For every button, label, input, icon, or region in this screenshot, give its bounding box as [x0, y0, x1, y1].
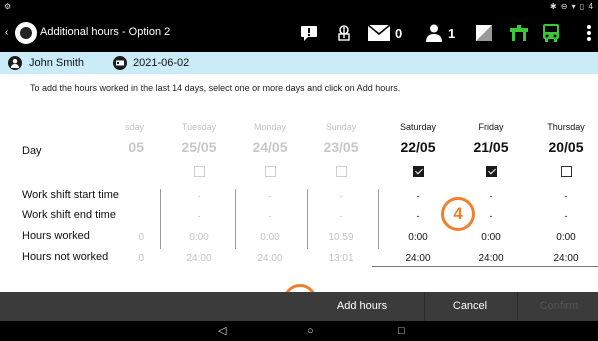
title-bar: ‹ Additional hours - Option 2 0 1 [0, 14, 598, 52]
shift-start: - [197, 191, 201, 201]
hours-not-worked: 0 [138, 253, 144, 264]
divider [517, 292, 518, 321]
shift-start: - [339, 191, 343, 201]
day-checkbox[interactable] [336, 166, 347, 177]
day-checkbox[interactable] [486, 166, 497, 177]
bus-icon[interactable] [541, 21, 561, 45]
hours-not-worked: 24:00 [553, 253, 579, 264]
day-name: Tuesday [181, 122, 217, 132]
screen: ⚙ ✱ ⊖ ▾ ▯ 4 ‹ Additional hours - Option … [0, 0, 598, 341]
add-hours-button[interactable]: Add hours [316, 292, 408, 321]
hours-worked: 10:59 [328, 232, 354, 243]
confirm-button[interactable]: Confirm [520, 292, 598, 321]
back-triangle-icon[interactable]: ◁ [218, 325, 226, 337]
more-menu-icon[interactable] [586, 21, 592, 45]
hours-worked: 0:00 [408, 232, 428, 243]
day-checkbox[interactable] [194, 166, 205, 177]
hours-not-worked: 24:00 [257, 253, 283, 264]
day-date: 23/05 [323, 139, 359, 155]
day-date: 25/05 [181, 139, 217, 155]
day-date: 24/05 [252, 139, 288, 155]
day-date: 20/05 [548, 139, 584, 155]
machine-icon[interactable] [508, 21, 530, 45]
status-icons: ✱ ⊖ ▾ ▯ 4 [549, 2, 594, 11]
driver-card-icon [113, 56, 127, 70]
page-title: Additional hours - Option 2 [40, 26, 171, 38]
column-divider [160, 189, 161, 249]
users-item[interactable]: 1 [425, 21, 455, 45]
day-column[interactable]: Thursday 20/05 - - 0:00 24:00 [531, 118, 598, 266]
action-bar: Add hours Cancel Confirm [0, 292, 598, 321]
driver-name: John Smith [29, 57, 85, 69]
day-name: Friday [478, 122, 504, 132]
hours-worked: 0:00 [556, 232, 576, 243]
message-count: 0 [395, 25, 403, 41]
shift-end: - [564, 211, 568, 221]
shift-end: - [197, 211, 201, 221]
day-date: 21/05 [473, 139, 509, 155]
app-logo-icon[interactable] [15, 22, 37, 44]
instruction-text: To add the hours worked in the last 14 d… [30, 83, 401, 93]
home-circle-icon[interactable]: ○ [307, 325, 314, 337]
day-date: 05 [128, 139, 144, 155]
table-bottom-line [372, 266, 598, 267]
day-name: Monday [253, 122, 287, 132]
recents-square-icon[interactable]: □ [398, 325, 405, 337]
column-divider [378, 189, 379, 249]
back-chevron-icon[interactable]: ‹ [5, 27, 8, 38]
day-name: sday [124, 122, 144, 132]
driver-bar: John Smith 2021-06-02 [0, 52, 598, 74]
person-icon [8, 56, 22, 70]
notification-item[interactable]: 0 [368, 21, 402, 45]
user-count: 1 [448, 25, 456, 41]
cancel-button[interactable]: Cancel [428, 292, 512, 321]
hours-not-worked: 24:00 [478, 253, 504, 264]
day-column-selected[interactable]: Saturday 22/05 - - 0:00 24:00 [383, 118, 453, 266]
day-date: 22/05 [400, 139, 436, 155]
alert-message-icon[interactable] [300, 21, 318, 45]
android-icon: ⚙ [4, 2, 12, 11]
day-checkbox[interactable] [413, 166, 424, 177]
envelope-icon [368, 25, 390, 41]
callout-marker: 4 [441, 197, 475, 231]
driver-date: 2021-06-02 [133, 57, 190, 69]
hours-not-worked: 13:01 [328, 253, 354, 264]
hours-not-worked: 24:00 [186, 253, 212, 264]
row-label-day: Day [22, 145, 42, 157]
day-name: Sunday [325, 122, 357, 132]
day-column-selected[interactable]: Friday 21/05 - - 0:00 24:00 [456, 118, 526, 266]
shift-start: - [564, 191, 568, 201]
day-name: Saturday [399, 122, 437, 132]
day-column[interactable]: Monday 24/05 - - 0:00 24:00 [235, 118, 305, 266]
hours-worked: 0:00 [260, 232, 280, 243]
day-checkbox[interactable] [561, 166, 572, 177]
sign-icon[interactable] [475, 21, 493, 45]
day-column[interactable]: sday 05 0 0 [78, 118, 148, 266]
hours-worked: 0 [138, 232, 144, 243]
tachograph-icon[interactable] [335, 21, 353, 45]
status-bar: ⚙ ✱ ⊖ ▾ ▯ 4 [0, 0, 598, 14]
shift-end: - [268, 211, 272, 221]
hours-worked: 0:00 [481, 232, 501, 243]
column-divider [235, 189, 236, 249]
day-column[interactable]: Tuesday 25/05 - - 0:00 24:00 [164, 118, 234, 266]
day-column[interactable]: Sunday 23/05 - - 10:59 13:01 [306, 118, 376, 266]
divider [424, 292, 425, 321]
column-divider [307, 189, 308, 249]
day-checkbox[interactable] [265, 166, 276, 177]
day-name: Thursday [547, 122, 585, 132]
shift-end: - [339, 211, 343, 221]
shift-start: - [416, 191, 420, 201]
android-nav-bar: ◁ ○ □ [0, 321, 598, 341]
hours-worked: 0:00 [189, 232, 209, 243]
hours-not-worked: 24:00 [405, 253, 431, 264]
shift-start: - [268, 191, 272, 201]
user-icon [426, 24, 442, 42]
